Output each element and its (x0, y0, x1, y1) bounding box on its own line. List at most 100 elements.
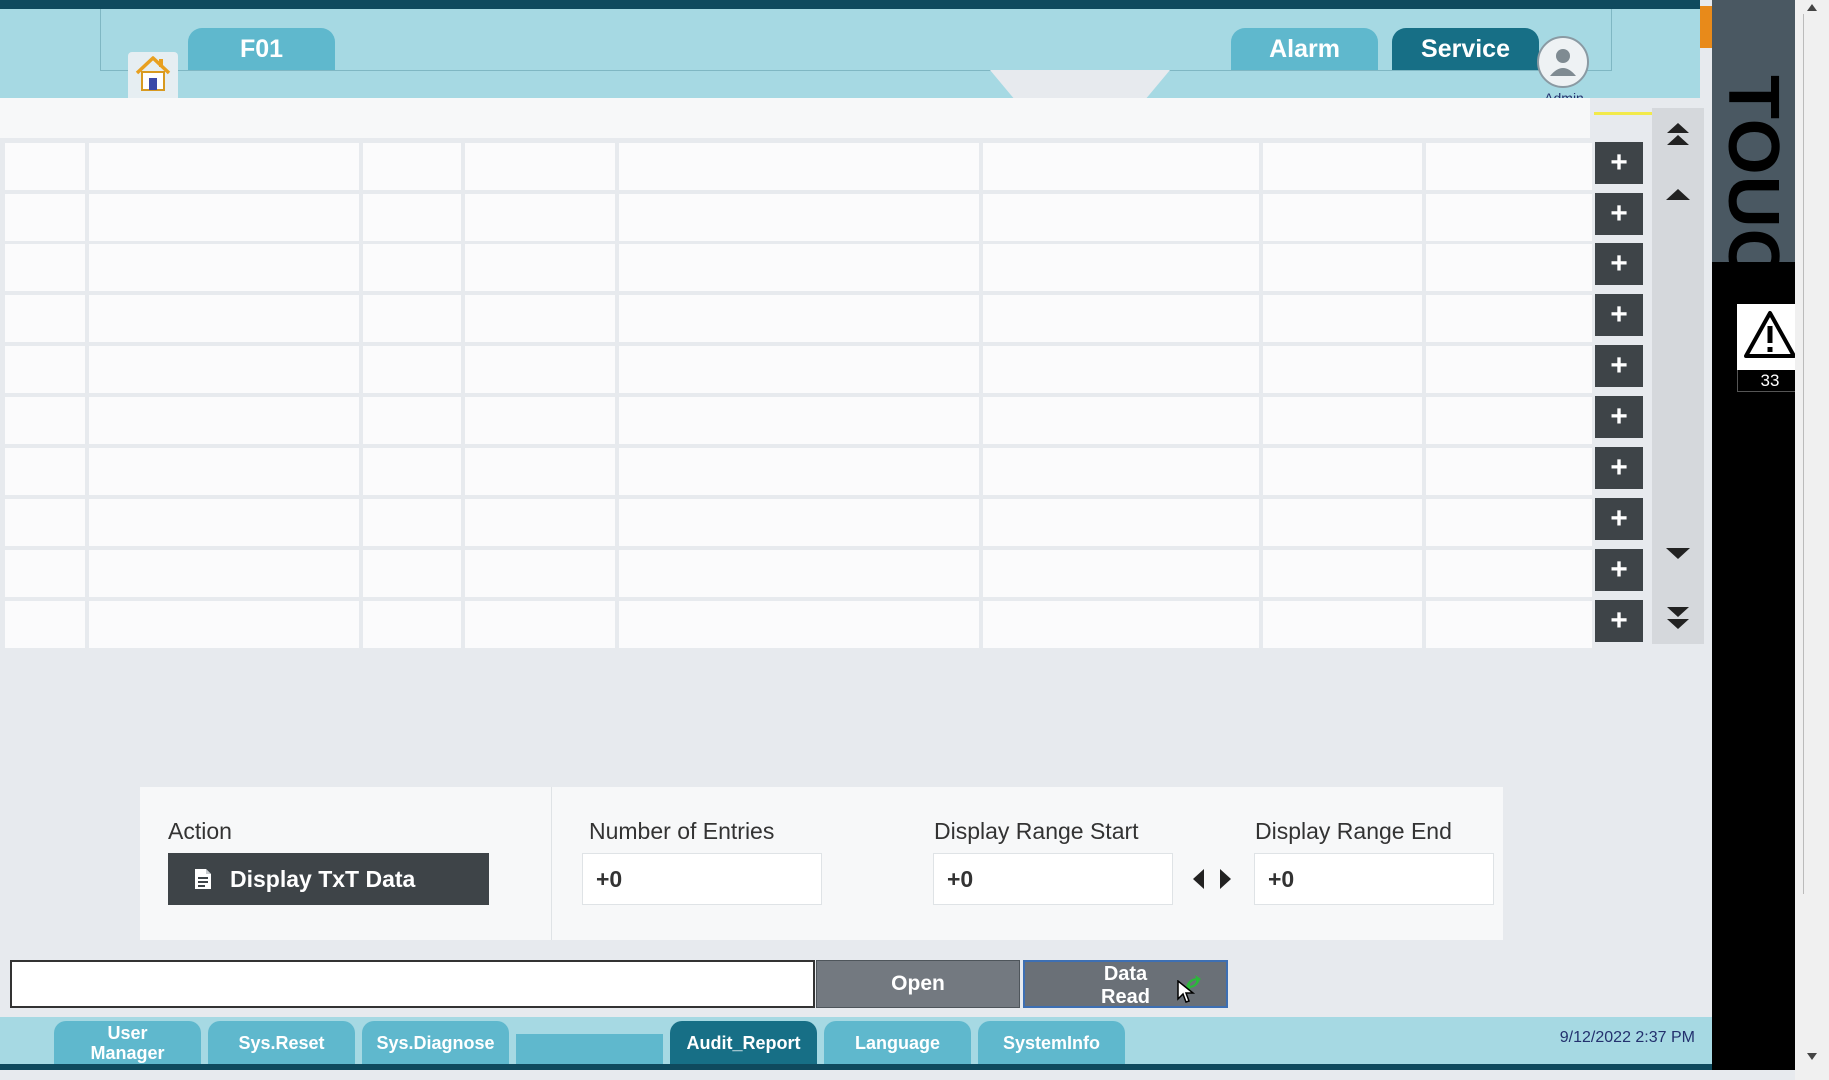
table-row[interactable]: + (5, 396, 1643, 444)
document-icon (194, 868, 212, 890)
table-cell (89, 550, 359, 597)
table-cell (1426, 397, 1592, 444)
row-add-button[interactable]: + (1595, 600, 1643, 642)
table-cell (1426, 194, 1592, 241)
range-end-field[interactable]: +0 (1254, 853, 1494, 905)
user-avatar[interactable] (1537, 36, 1589, 88)
double-chevron-up-icon (1663, 119, 1693, 154)
table-row[interactable]: + (5, 193, 1643, 241)
table-cell (363, 499, 461, 546)
table-cell (1263, 397, 1422, 444)
cursor-icon (1177, 979, 1196, 1010)
table-cell (983, 346, 1259, 393)
tab-sys-reset[interactable]: Sys.Reset (208, 1021, 355, 1064)
table-row[interactable]: + (5, 294, 1643, 342)
row-add-button[interactable]: + (1595, 294, 1643, 336)
table-header-strip (0, 98, 1590, 138)
home-button[interactable] (128, 52, 178, 98)
table-cell (5, 244, 85, 291)
table-row[interactable]: + (5, 345, 1643, 393)
table-cell (1263, 550, 1422, 597)
range-end-label: Display Range End (1255, 818, 1452, 844)
chevron-up-icon (1663, 184, 1693, 209)
range-next-button[interactable] (1218, 867, 1236, 891)
data-read-label-line2: Read (1101, 986, 1150, 1008)
row-add-button[interactable]: + (1595, 549, 1643, 591)
table-cell (5, 601, 85, 648)
window-scroll-down[interactable] (1797, 1050, 1827, 1064)
caret-up-icon (1805, 0, 1819, 14)
table-cell (983, 550, 1259, 597)
scroll-last-button[interactable] (1652, 600, 1704, 640)
table-cell (983, 448, 1259, 495)
table-cell (5, 448, 85, 495)
table-cell (465, 550, 615, 597)
scroll-up-button[interactable] (1652, 176, 1704, 216)
touch-brand-text: TOUCH (1713, 75, 1793, 335)
warning-icon (1743, 310, 1797, 365)
range-prev-button[interactable] (1190, 867, 1208, 891)
home-icon (133, 54, 173, 97)
row-add-button[interactable]: + (1595, 142, 1643, 184)
table-cell (619, 601, 979, 648)
tab-language[interactable]: Language (824, 1021, 971, 1064)
table-cell (983, 143, 1259, 190)
row-add-button[interactable]: + (1595, 447, 1643, 489)
table-cell (363, 194, 461, 241)
table-row[interactable]: + (5, 498, 1643, 546)
window-scroll-up[interactable] (1797, 0, 1827, 14)
table-cell (89, 143, 359, 190)
tab-f01[interactable]: F01 (188, 28, 335, 70)
table-cell (465, 244, 615, 291)
caret-left-icon (1190, 869, 1206, 895)
table-cell (5, 346, 85, 393)
table-row[interactable]: + (5, 243, 1643, 291)
table-cell (5, 499, 85, 546)
table-cell (1263, 346, 1422, 393)
entries-field[interactable]: +0 (582, 853, 822, 905)
table-cell (465, 397, 615, 444)
table-cell (5, 295, 85, 342)
table-cell (465, 346, 615, 393)
tab-system-info[interactable]: SystemInfo (978, 1021, 1125, 1064)
tab-audit-report[interactable]: Audit_Report (670, 1021, 817, 1064)
scroll-first-button[interactable] (1652, 116, 1704, 156)
user-icon (1550, 49, 1576, 76)
alarm-indicator-icon-area[interactable] (1737, 304, 1803, 370)
table-cell (983, 295, 1259, 342)
table-cell (465, 143, 615, 190)
top-accent-line (0, 0, 1700, 9)
data-read-label-line1: Data (1103, 963, 1148, 985)
scroll-down-button[interactable] (1652, 536, 1704, 576)
tab-service[interactable]: Service (1392, 28, 1539, 70)
table-cell (1426, 499, 1592, 546)
row-add-button[interactable]: + (1595, 243, 1643, 285)
table-cell (363, 601, 461, 648)
table-cell (983, 194, 1259, 241)
table-cell (5, 397, 85, 444)
table-row[interactable]: + (5, 447, 1643, 495)
table-row[interactable]: + (5, 600, 1643, 648)
row-add-button[interactable]: + (1595, 396, 1643, 438)
data-read-button[interactable]: Data Read (1023, 960, 1228, 1008)
row-add-button[interactable]: + (1595, 193, 1643, 235)
tab-user-manager[interactable]: User Manager (54, 1021, 201, 1064)
tab-empty[interactable] (516, 1034, 663, 1064)
display-txt-data-button[interactable]: Display TxT Data (168, 853, 489, 905)
table-cell (1263, 295, 1422, 342)
tab-sys-diagnose[interactable]: Sys.Diagnose (362, 1021, 509, 1064)
table-cell (1263, 244, 1422, 291)
table-cell (89, 194, 359, 241)
filename-input[interactable] (10, 960, 815, 1008)
row-add-button[interactable]: + (1595, 345, 1643, 387)
open-button[interactable]: Open (816, 960, 1020, 1008)
window-scrollbar[interactable] (1795, 0, 1829, 1080)
alarm-count: 33 (1760, 371, 1780, 390)
table-row[interactable]: + (5, 549, 1643, 597)
side-handle[interactable] (1700, 6, 1712, 48)
tab-alarm[interactable]: Alarm (1231, 28, 1378, 70)
row-add-button[interactable]: + (1595, 498, 1643, 540)
range-start-field[interactable]: +0 (933, 853, 1173, 905)
table-cell (363, 397, 461, 444)
table-row[interactable]: + (5, 142, 1643, 190)
